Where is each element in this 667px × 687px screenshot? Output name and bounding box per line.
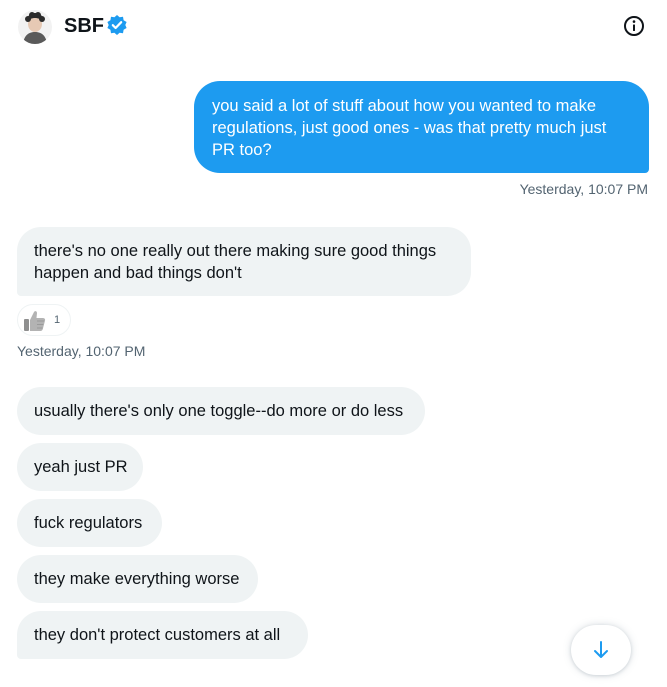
message-line: usually there's only one toggle--do more… [34,402,404,420]
outgoing-message-bubble[interactable]: you said a lot of stuff about how you wa… [194,81,649,173]
conversation-name[interactable]: SBF [64,14,104,38]
incoming-message-bubble[interactable]: they don't protect customers at all [17,611,308,659]
avatar-icon [18,10,52,44]
message-line: yeah just PR [34,458,128,476]
incoming-message-bubble[interactable]: they make everything worse [17,555,258,603]
reaction-count: 1 [54,314,61,326]
conversation-header: SBF [0,0,667,52]
conversation-info-button[interactable] [622,14,646,38]
incoming-message-bubble[interactable]: there's no one really out there making s… [17,227,471,296]
arrow-down-icon [594,641,608,658]
info-icon [624,16,644,36]
message-line: there's no one really out there making s… [34,242,437,260]
message-line: they make everything worse [34,570,240,588]
message-line: fuck regulators [34,514,143,532]
message-line: they don't protect customers at all [34,626,281,644]
incoming-message-bubble[interactable]: yeah just PR [17,443,143,491]
scroll-to-bottom-button[interactable] [571,625,631,675]
message-timestamp: Yesterday, 10:07 PM [17,343,146,359]
thumbs-up-icon [24,311,46,331]
incoming-message-bubble[interactable]: usually there's only one toggle--do more… [17,387,425,435]
message-timestamp: Yesterday, 10:07 PM [519,181,648,197]
message-line: happen and bad things don't [34,264,242,282]
message-reaction[interactable]: 1 [17,304,71,336]
message-line: you said a lot of stuff about how you wa… [212,97,597,115]
incoming-message-bubble[interactable]: fuck regulators [17,499,162,547]
avatar[interactable] [18,10,52,44]
message-line: regulations, just good ones - was that p… [212,119,607,137]
message-line: PR too? [212,141,272,159]
verified-badge-icon [107,15,127,35]
